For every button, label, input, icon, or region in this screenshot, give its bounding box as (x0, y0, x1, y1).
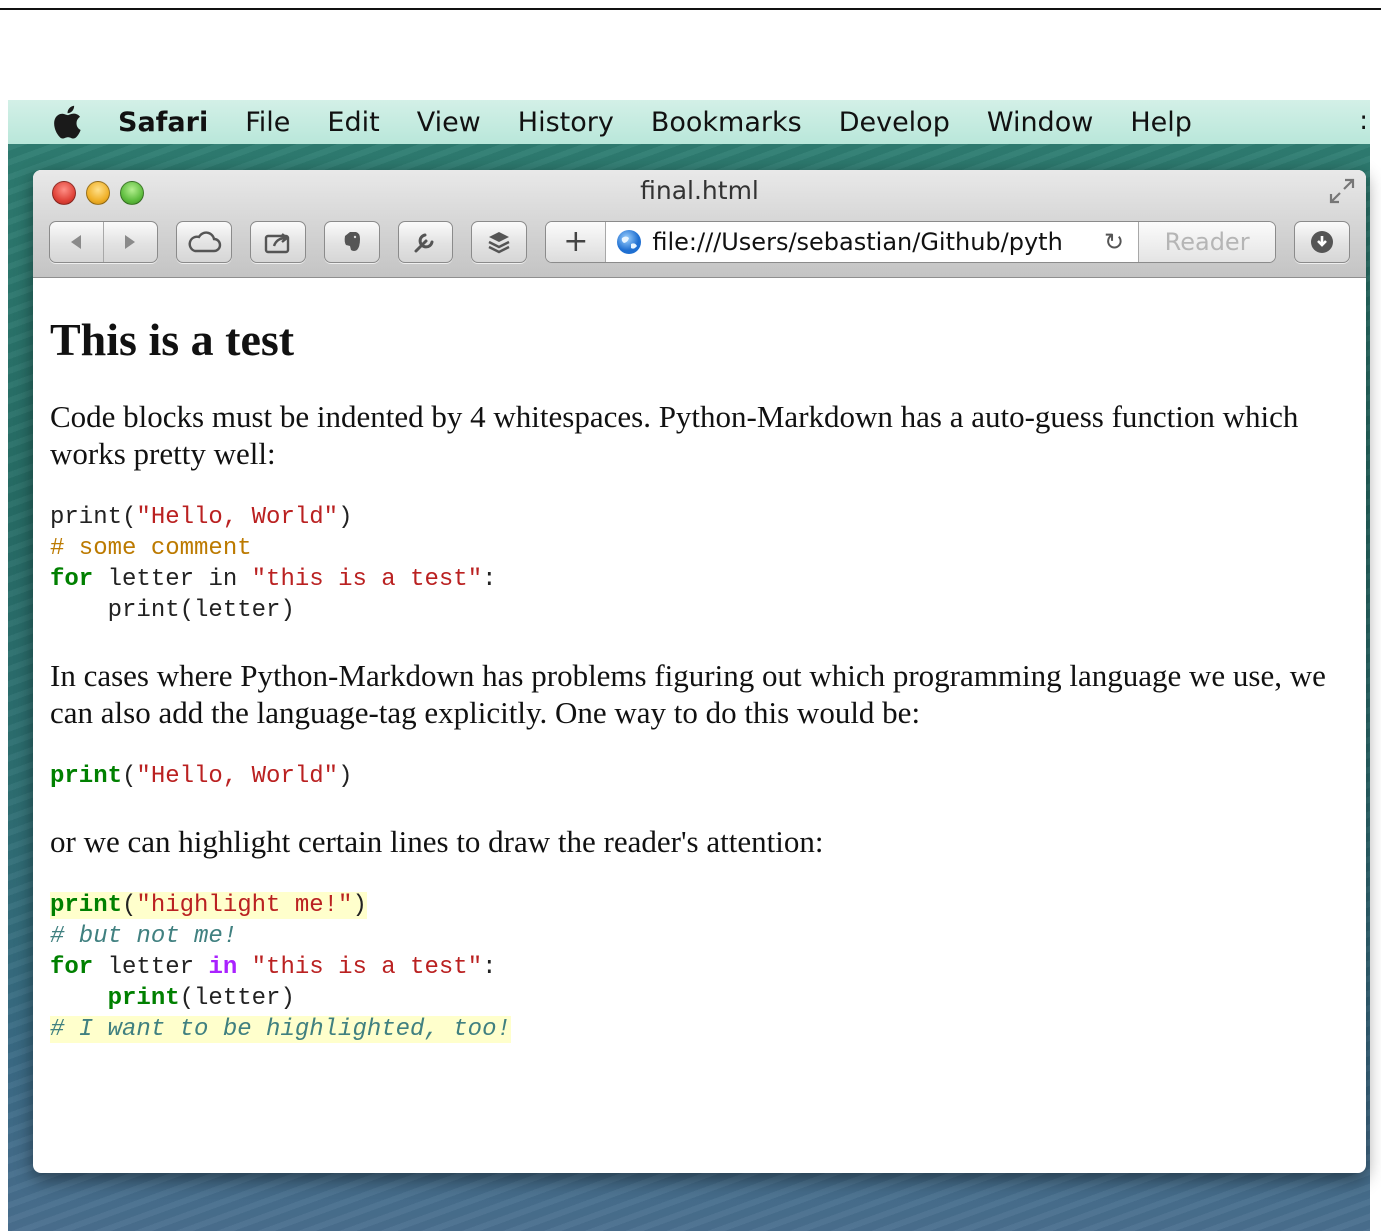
code-string: "Hello, World" (136, 504, 339, 532)
fullscreen-icon[interactable] (1328, 177, 1356, 205)
highlighted-line: # I want to be highlighted, too! (50, 1016, 511, 1044)
globe-icon (617, 230, 642, 254)
code-operator: in (208, 954, 238, 982)
code-comment: # some comment (50, 535, 252, 563)
url-text: file:///Users/sebastian/Github/pyth (652, 228, 1063, 256)
cloud-icon (188, 231, 221, 253)
back-button[interactable] (50, 222, 104, 262)
toolbar: + file:///Users/sebastian/Github/pyth ↻ … (49, 220, 1350, 264)
menu-edit[interactable]: Edit (327, 107, 379, 138)
downloads-button[interactable] (1294, 221, 1350, 263)
code-block-highlighted: print("highlight me!") # but not me! for… (50, 890, 1349, 1045)
code-token: ) (338, 763, 353, 791)
reader-button[interactable]: Reader (1138, 222, 1276, 262)
code-token: print(letter) (50, 597, 295, 625)
menu-window[interactable]: Window (987, 107, 1093, 138)
code-builtin: print (50, 892, 123, 920)
back-arrow-icon (71, 235, 82, 249)
forward-button[interactable] (104, 222, 157, 262)
code-token: ) (338, 504, 353, 532)
code-string: "Hello, World" (136, 763, 339, 791)
icloud-tabs-button[interactable] (175, 221, 232, 263)
highlighted-line: print("highlight me!") (50, 892, 367, 920)
menu-develop[interactable]: Develop (839, 107, 950, 138)
paragraph-highlight: or we can highlight certain lines to dra… (50, 824, 824, 860)
code-string: "this is a test" (251, 566, 483, 594)
menu-view[interactable]: View (417, 107, 481, 138)
paragraph-intro: Code blocks must be indented by 4 whites… (50, 399, 1299, 472)
page-content: This is a test Code blocks must be inden… (33, 278, 1366, 1173)
window-title: final.html (640, 176, 759, 205)
title-bar: final.html + file:///Users/sebastian/Git… (33, 170, 1366, 278)
menu-app-safari[interactable]: Safari (118, 107, 208, 138)
code-block-autoguess: print("Hello, World") # some comment for… (50, 502, 1349, 626)
code-keyword: for (50, 954, 94, 982)
add-bookmark-button[interactable]: + (546, 222, 607, 262)
safari-window: final.html + file:///Users/sebastian/Git… (33, 170, 1366, 1173)
evernote-elephant-icon (344, 232, 360, 251)
download-icon (1311, 231, 1334, 253)
reload-icon[interactable]: ↻ (1104, 228, 1124, 256)
url-field[interactable]: file:///Users/sebastian/Github/pyth ↻ (606, 222, 1139, 262)
menu-file[interactable]: File (245, 107, 290, 138)
menu-history[interactable]: History (518, 107, 614, 138)
code-token: : (482, 566, 497, 594)
layers-extension-button[interactable] (471, 221, 528, 263)
paragraph-language-tag: In cases where Python-Markdown has probl… (50, 658, 1326, 731)
share-icon (264, 233, 289, 254)
code-builtin: print (50, 763, 123, 791)
code-comment: # but not me! (50, 923, 238, 951)
code-token: ) (352, 892, 367, 920)
forward-arrow-icon (125, 235, 136, 249)
page-heading: This is a test (50, 314, 295, 365)
code-token: (letter) (179, 985, 295, 1013)
code-comment: # I want to be highlighted, too! (50, 1016, 511, 1044)
code-string: "this is a test" (251, 954, 483, 982)
top-divider (0, 8, 1381, 10)
code-keyword: for (50, 566, 94, 594)
back-forward-control (49, 221, 158, 263)
address-bar: + file:///Users/sebastian/Github/pyth ↻ … (545, 221, 1277, 263)
code-string: "highlight me!" (136, 892, 353, 920)
menu-overflow-icon[interactable]: : (1359, 106, 1368, 136)
code-token: ( (122, 763, 137, 791)
apple-logo-icon[interactable] (50, 105, 84, 139)
code-builtin: print (107, 985, 180, 1013)
code-token: ( (122, 892, 137, 920)
share-button[interactable] (249, 221, 306, 263)
code-token: letter in (93, 566, 252, 594)
layers-icon (488, 232, 510, 254)
menu-help[interactable]: Help (1130, 107, 1192, 138)
code-token: print( (50, 504, 137, 532)
code-token: letter (93, 954, 209, 982)
code-block-explicit: print("Hello, World") (50, 761, 1349, 792)
menu-bar: Safari File Edit View History Bookmarks … (8, 100, 1370, 144)
code-token: : (482, 954, 497, 982)
menu-bookmarks[interactable]: Bookmarks (651, 107, 802, 138)
evernote-extension-button[interactable] (323, 221, 380, 263)
develop-tools-button[interactable] (397, 221, 454, 263)
wrench-icon (414, 233, 434, 253)
